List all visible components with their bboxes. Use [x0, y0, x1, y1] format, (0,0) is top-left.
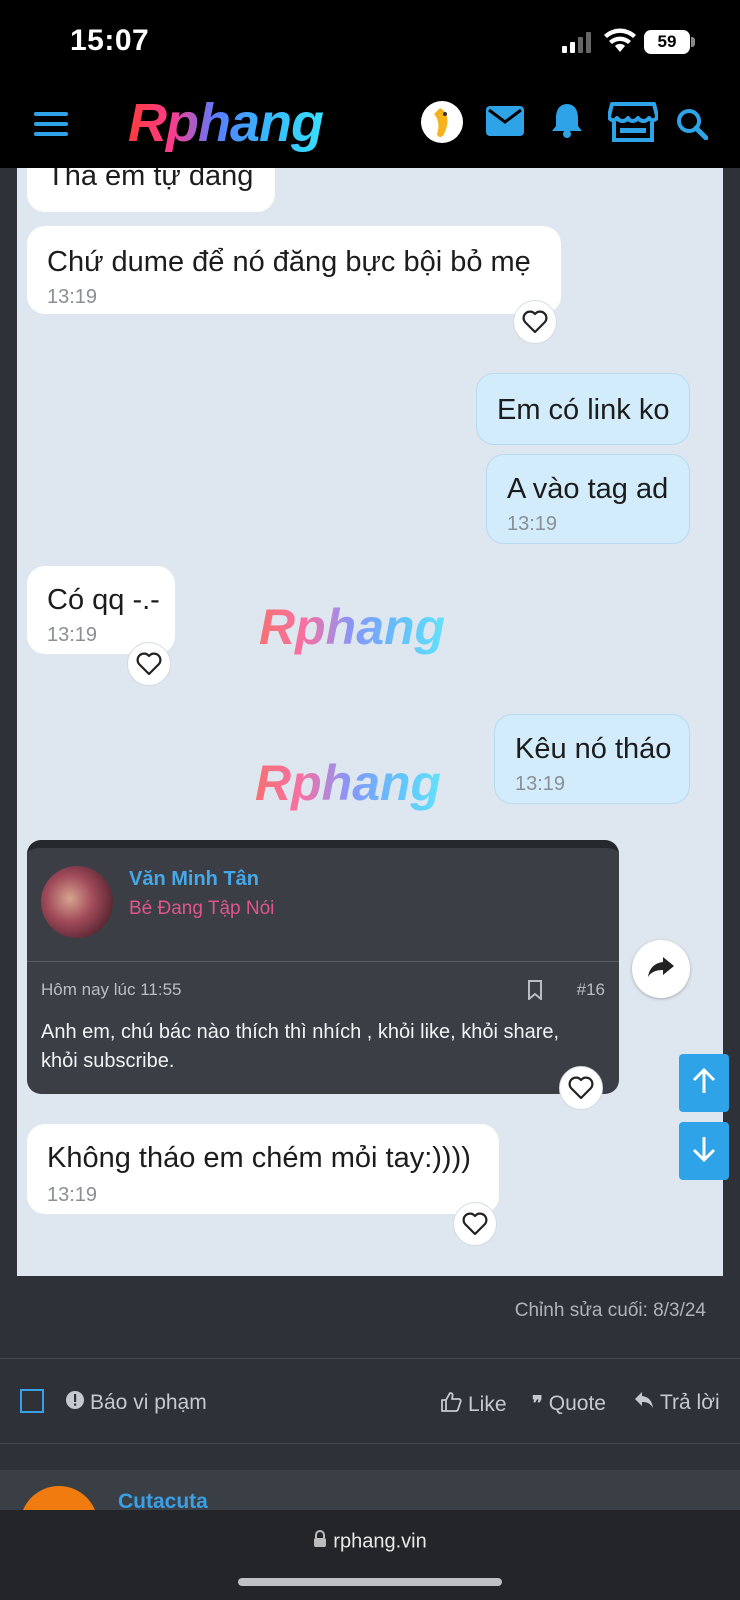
battery-icon: 59: [644, 30, 690, 54]
message-text: Chứ dume để nó đăng bực bội bỏ mẹ: [47, 246, 531, 278]
reply-label: Trả lời: [660, 1391, 720, 1414]
scroll-up-button[interactable]: [679, 1054, 729, 1112]
heart-icon[interactable]: [453, 1202, 497, 1246]
message-text: A vào tag ad: [507, 473, 669, 505]
arrow-up-icon: [691, 1067, 717, 1100]
quoted-author-name[interactable]: Văn Minh Tân: [129, 868, 259, 891]
quote-marks-icon: ❞: [532, 1393, 543, 1415]
quoted-author-title: Bé Đang Tập Nói: [129, 898, 275, 919]
message-time: 13:19: [515, 773, 566, 795]
message-time: 13:19: [507, 513, 558, 535]
like-label: Like: [468, 1393, 507, 1416]
quoted-post-card[interactable]: Văn Minh Tân Bé Đang Tập Nói Hôm nay lúc…: [27, 840, 619, 1094]
message-bubble: Chứ dume để nó đăng bực bội bỏ mẹ 13:19: [27, 226, 561, 314]
message-text: Em có link ko: [497, 394, 670, 426]
status-time: 15:07: [70, 24, 150, 57]
message-text: Thà em tự đăng: [47, 168, 254, 192]
address-field[interactable]: rphang.vin: [0, 1530, 740, 1554]
chat-screenshot: Thà em tự đăng Chứ dume để nó đăng bực b…: [17, 168, 723, 1276]
user-avatar[interactable]: [420, 100, 464, 149]
message-time: 13:19: [47, 624, 98, 646]
thumbs-up-icon: [440, 1391, 462, 1419]
select-post-checkbox[interactable]: [20, 1389, 44, 1413]
site-header: Rphang: [0, 86, 740, 168]
heart-icon[interactable]: [127, 642, 171, 686]
message-bubble: Thà em tự đăng: [27, 168, 275, 212]
reply-button[interactable]: Trả lời: [634, 1391, 720, 1415]
menu-icon[interactable]: [34, 110, 68, 143]
message-bubble: Không tháo em chém mỏi tay:)))) 13:19: [27, 1124, 499, 1214]
page-content: Thà em tự đăng Chứ dume để nó đăng bực b…: [0, 168, 740, 1510]
like-button[interactable]: Like: [440, 1391, 507, 1419]
message-time: 13:19: [47, 1184, 98, 1206]
quoted-post-number[interactable]: #16: [577, 980, 605, 1000]
url-text: rphang.vin: [333, 1530, 427, 1553]
post-actions-bar: Báo vi phạm Like ❞ Quote Trả lời: [0, 1358, 740, 1444]
message-text: Không tháo em chém mỏi tay:)))): [47, 1142, 471, 1174]
search-icon[interactable]: [676, 108, 709, 145]
message-bubble: Kêu nó tháo 13:19: [494, 714, 690, 804]
message-text: Kêu nó tháo: [515, 733, 672, 765]
share-button[interactable]: [632, 940, 690, 998]
message-bubble: Em có link ko: [476, 373, 690, 445]
arrow-down-icon: [691, 1135, 717, 1168]
mail-icon[interactable]: [486, 106, 524, 141]
battery-nub: [691, 37, 695, 47]
message-time: 13:19: [47, 286, 98, 308]
quoted-post-date: Hôm nay lúc 11:55: [41, 980, 182, 999]
reply-arrow-icon: [634, 1391, 654, 1415]
watermark-logo: Rphang: [259, 599, 446, 655]
status-bar: 15:07 59: [0, 0, 740, 86]
share-arrow-icon: [647, 955, 675, 984]
signal-icon: [562, 31, 594, 58]
notification-bell-icon[interactable]: [550, 102, 584, 143]
quote-label: Quote: [548, 1391, 606, 1415]
quoted-post-body: Anh em, chú bác nào thích thì nhích , kh…: [41, 1021, 560, 1072]
browser-address-bar: rphang.vin: [0, 1510, 740, 1600]
message-bubble: A vào tag ad 13:19: [486, 454, 690, 544]
message-bubble: Có qq -.- 13:19: [27, 566, 175, 654]
scroll-down-button[interactable]: [679, 1122, 729, 1180]
watermark-logo: Rphang: [255, 755, 442, 811]
avatar[interactable]: [20, 1486, 98, 1510]
lock-icon: [313, 1530, 327, 1554]
site-logo[interactable]: Rphang: [128, 92, 324, 154]
next-post-author[interactable]: Cutacuta: [118, 1490, 208, 1510]
wifi-icon: [603, 28, 637, 59]
alert-icon: [66, 1391, 84, 1415]
next-post-header: Cutacuta: [0, 1470, 740, 1510]
report-label: Báo vi phạm: [90, 1391, 207, 1414]
quote-button[interactable]: ❞ Quote: [532, 1391, 606, 1416]
heart-icon[interactable]: [559, 1066, 603, 1110]
bookmark-icon[interactable]: [527, 980, 543, 1005]
last-edited-note: Chỉnh sửa cuối: 8/3/24: [514, 1300, 706, 1321]
quoted-post-header: Văn Minh Tân Bé Đang Tập Nói: [27, 848, 619, 962]
avatar: [41, 866, 113, 938]
message-text: Có qq -.-: [47, 584, 160, 616]
report-button[interactable]: Báo vi phạm: [66, 1391, 207, 1415]
store-icon[interactable]: [607, 100, 659, 147]
heart-icon[interactable]: [513, 300, 557, 344]
home-indicator[interactable]: [238, 1578, 502, 1586]
